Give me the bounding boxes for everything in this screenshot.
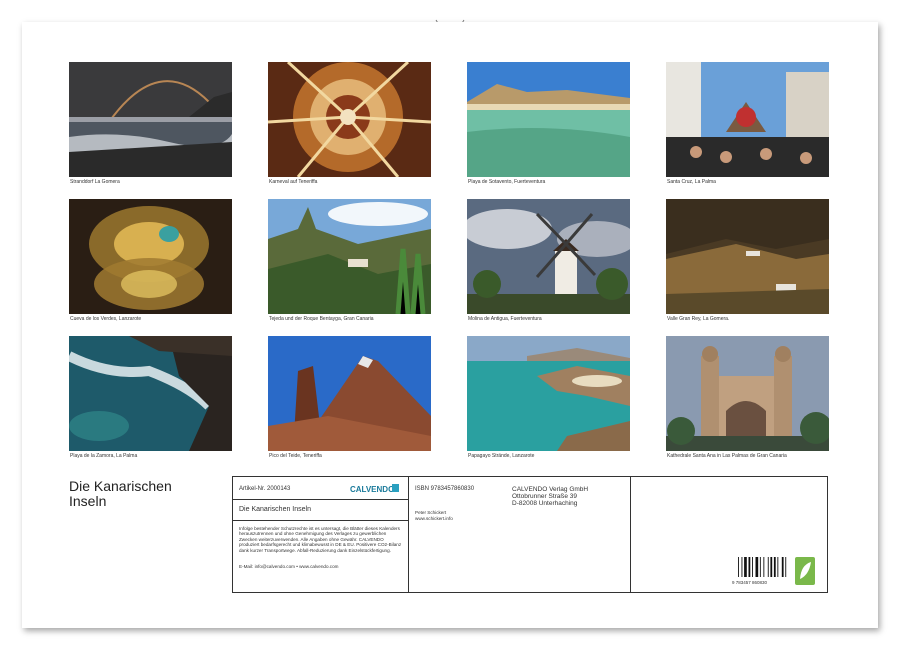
photo-caption: Pico del Teide, Teneriffa [269, 453, 322, 459]
article-number: Artikel-Nr. 2000143 [239, 486, 290, 492]
author-website: www.schickert.info [415, 516, 453, 521]
barcode [737, 557, 789, 579]
photo-papagayo-straende [467, 336, 630, 451]
product-title: Die Kanarischen Inseln [239, 506, 311, 513]
photo-playa-de-sotavento [467, 62, 630, 177]
photo-caption: Stranddorf La Gomera [70, 179, 120, 185]
photo-stranddorf-la-gomera [69, 62, 232, 177]
photo-cueva-de-los-verdes [69, 199, 232, 314]
photo-caption: Papagayo Strände, Lanzarote [468, 453, 534, 459]
calendar-title: Die Kanarischen Inseln [69, 479, 199, 509]
photo-caption: Cueva de los Verdes, Lanzarote [70, 316, 141, 322]
photo-caption: Tejeda und der Roque Bentayga, Gran Cana… [269, 316, 374, 322]
publisher-name: CALVENDO Verlag GmbH [512, 486, 588, 493]
photo-santa-cruz-la-palma [666, 62, 829, 177]
photo-caption: Playa de la Zamora, La Palma [70, 453, 137, 459]
photo-tejeda-roque-bentayga [268, 199, 431, 314]
barcode-digits: 9 783457 860830 [732, 580, 767, 585]
photo-caption: Valle Gran Rey, La Gomera. [667, 316, 729, 322]
publisher-info-box: Artikel-Nr. 2000143 CALVENDO Die Kanaris… [232, 476, 828, 593]
photo-caption: Molina de Antigua, Fuerteventura [468, 316, 542, 322]
publisher-city: D-82008 Unterhaching [512, 500, 577, 507]
photo-molina-de-antigua [467, 199, 630, 314]
photo-caption: Karneval auf Teneriffa [269, 179, 317, 185]
photo-valle-gran-rey [666, 199, 829, 314]
contact-line: E-Mail: info@calvendo.com • www.calvendo… [239, 564, 405, 569]
photo-kathedrale-santa-ana [666, 336, 829, 451]
eco-leaf-icon [795, 557, 815, 585]
photo-caption: Kathedrale Santa Ana in Las Palmas de Gr… [667, 453, 787, 459]
photo-karneval-teneriffa [268, 62, 431, 177]
calvendo-logo: CALVENDO [350, 482, 400, 496]
photo-caption: Playa de Sotavento, Fuerteventura [468, 179, 545, 185]
isbn: ISBN 9783457860830 [415, 486, 474, 492]
calvendo-logo-text: CALVENDO [350, 485, 394, 494]
photo-pico-del-teide [268, 336, 431, 451]
publisher-street: Ottobrunner Straße 39 [512, 493, 577, 500]
author-name: Peter Schickert [415, 510, 446, 515]
legal-notice: Infolge bestehender Schutzrechte ist es … [239, 526, 405, 553]
photo-caption: Santa Cruz, La Palma [667, 179, 716, 185]
photo-playa-de-la-zamora [69, 336, 232, 451]
